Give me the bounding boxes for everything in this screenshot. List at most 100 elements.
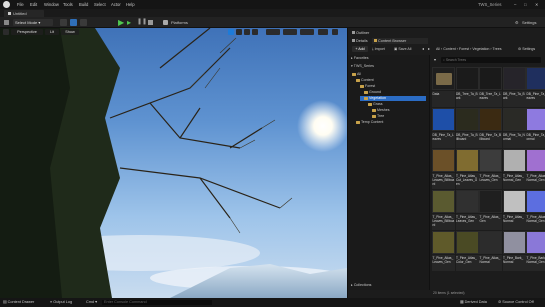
import-button[interactable]: ⤓ Import <box>372 46 385 52</box>
asset-tile[interactable]: T_Pine_Atlas_Normal_Gen <box>526 190 545 230</box>
platforms-button[interactable]: Platforms <box>171 17 188 28</box>
cb-settings-button[interactable]: ⚙ Settings <box>518 46 535 52</box>
cinematics-icon[interactable] <box>80 19 87 26</box>
save-all-label: Save All <box>398 47 412 51</box>
source-control-button[interactable]: ⊘ Source Control Off <box>498 298 534 307</box>
asset-tile[interactable]: T_Pine_Atlas_Leaves_Billboard <box>432 190 455 230</box>
asset-tile[interactable]: DB_Pine_Ta_Billboard <box>455 108 479 148</box>
collections-header[interactable]: ▸ Collections <box>351 283 371 288</box>
stop-icon[interactable] <box>148 20 153 25</box>
console-input[interactable]: Enter Console Command <box>102 300 212 305</box>
asset-tile[interactable]: DB_Pine_Ta_Normal <box>526 108 545 148</box>
asset-tile[interactable]: DB_Pine_Ta_Leaves <box>432 108 455 148</box>
maximize-button[interactable]: □ <box>524 0 527 9</box>
breadcrumb-item[interactable]: Content <box>443 47 456 51</box>
minimize-button[interactable]: – <box>514 0 516 9</box>
unreal-logo-icon[interactable] <box>3 1 10 8</box>
scale-tool-icon[interactable] <box>252 29 258 35</box>
blueprint-icon[interactable] <box>70 19 77 26</box>
asset-tile[interactable]: T_Pine_Atlas_Cut_Leaves_Gen <box>455 149 479 189</box>
asset-tile[interactable]: T_Pine_Atlas_Leaves_Gen <box>432 231 455 271</box>
favorites-header[interactable]: ▸ Favorites <box>351 56 369 61</box>
show-dropdown[interactable]: Show <box>61 29 79 35</box>
breadcrumb-item[interactable]: Forest <box>459 47 469 51</box>
asset-tile[interactable]: DB_Pine_Ta_Bark <box>502 67 526 107</box>
camera-speed-icon[interactable] <box>318 29 328 35</box>
asset-tile[interactable]: DB_Tree_Ta_Leaves <box>479 67 502 107</box>
perspective-dropdown[interactable]: Perspective <box>11 29 43 35</box>
menu-edit[interactable]: Edit <box>30 0 37 9</box>
asset-tile[interactable]: T_Pine_Atlas_Normal_Gen <box>502 149 526 189</box>
menu-build[interactable]: Build <box>79 0 88 9</box>
select-mode-dropdown[interactable]: Select Mode ▾ <box>13 19 53 26</box>
content-browser-tab[interactable]: Content Browser <box>372 38 428 44</box>
breadcrumb-item[interactable]: All <box>436 47 440 51</box>
menu-file[interactable]: File <box>17 0 24 9</box>
pause-icon[interactable]: ❚❚ <box>137 17 147 28</box>
add-actor-icon[interactable] <box>60 19 67 26</box>
select-tool-icon[interactable] <box>228 29 234 35</box>
tree-item-grass[interactable]: Grass <box>368 102 383 107</box>
maximize-viewport-icon[interactable] <box>332 29 338 35</box>
add-button-label: + Add <box>355 47 365 51</box>
grid-snap-icon[interactable] <box>266 29 280 35</box>
viewport-menu-icon[interactable] <box>3 29 9 35</box>
level-tab[interactable]: Untitled <box>4 10 44 17</box>
tree-item-all[interactable]: All <box>352 72 361 77</box>
asset-search-input[interactable]: ⌕ Search Trees <box>441 57 541 63</box>
asset-tile[interactable]: T_Pine_Atlas_Leaves_Gen <box>455 190 479 230</box>
asset-tile[interactable]: DB_Pine_Ta_Normal <box>502 108 526 148</box>
asset-tile[interactable]: Data <box>432 67 455 107</box>
content-drawer-button[interactable]: ▤ Content Drawer <box>3 298 34 307</box>
asset-tile[interactable]: T_Pine_Atlas_Normal_Gen <box>526 149 545 189</box>
rotation-snap-icon[interactable] <box>283 29 297 35</box>
lit-dropdown[interactable]: Lit <box>45 29 59 35</box>
asset-thumbnail <box>502 149 526 172</box>
tree-item-meshes[interactable]: Meshes <box>372 108 390 113</box>
tree-item-forest[interactable]: Forest <box>360 84 375 89</box>
asset-tile[interactable]: DB_Pine_Ta_Leaves <box>526 67 545 107</box>
asset-tile[interactable]: T_Pine_Bark_Normal <box>502 231 526 271</box>
tree-item-tree[interactable]: Tree <box>372 114 384 119</box>
derived-data-button[interactable]: ▦ Derived Data <box>460 298 487 307</box>
save-icon[interactable] <box>4 20 9 25</box>
play-options-icon[interactable]: ▸ <box>127 18 131 27</box>
asset-tile[interactable]: T_Pine_Atlas_Gen <box>479 190 502 230</box>
asset-tile[interactable]: T_Pine_Atlas_Color_Gen <box>455 231 479 271</box>
translate-tool-icon[interactable] <box>236 29 242 35</box>
tree-item-vegetation[interactable]: Vegetation <box>360 96 426 101</box>
asset-tile[interactable]: T_Pine_Atlas_Normal <box>479 231 502 271</box>
filter-icon[interactable]: ▾ <box>434 57 436 63</box>
menu-actor[interactable]: Actor <box>111 0 121 9</box>
breadcrumb-item[interactable]: Trees <box>493 47 502 51</box>
settings-button[interactable]: Settings <box>522 17 536 28</box>
menu-select[interactable]: Select <box>94 0 106 9</box>
play-icon[interactable]: ▶ <box>118 18 124 27</box>
scale-snap-icon[interactable] <box>300 29 314 35</box>
asset-tile[interactable]: T_Pine_Bark_Normal_Gen <box>526 231 545 271</box>
project-header[interactable]: ▾ TWS_Series <box>351 64 374 69</box>
output-log-button[interactable]: ≡ Output Log <box>50 298 72 307</box>
asset-tile[interactable]: DB_Pine_Ta_Billboard <box>479 108 502 148</box>
tree-item-content[interactable]: Content <box>356 78 374 83</box>
rotate-tool-icon[interactable] <box>244 29 250 35</box>
level-viewport[interactable]: Perspective Lit Show <box>0 28 347 298</box>
tree-item-temp-content[interactable]: Temp Content <box>356 120 383 125</box>
outliner-tab[interactable]: Outliner <box>352 30 392 36</box>
asset-tile[interactable]: T_Pine_Atlas_Leaves_Billboard <box>432 149 455 189</box>
cmd-button[interactable]: Cmd ▾ <box>86 298 97 307</box>
menu-tools[interactable]: Tools <box>63 0 73 9</box>
asset-tile[interactable]: T_Pine_Atlas_Leaves_Gen <box>479 149 502 189</box>
project-label: TWS_Series <box>353 64 374 68</box>
menu-window[interactable]: Window <box>44 0 59 9</box>
asset-tile[interactable]: DB_Tree_Ta_Bark <box>455 67 479 107</box>
tree-item-ground[interactable]: Ground <box>364 90 381 95</box>
asset-tile[interactable]: T_Pine_Atlas_Normal <box>502 190 526 230</box>
history-forward-icon[interactable]: ▸ <box>428 46 430 52</box>
history-back-icon[interactable]: ◂ <box>422 46 424 52</box>
menu-help[interactable]: Help <box>126 0 135 9</box>
add-button[interactable]: + Add <box>352 46 368 52</box>
breadcrumb-item[interactable]: Vegetation <box>472 47 489 51</box>
save-all-button[interactable]: ▣ Save All <box>394 46 411 52</box>
close-button[interactable]: ✕ <box>535 0 539 9</box>
